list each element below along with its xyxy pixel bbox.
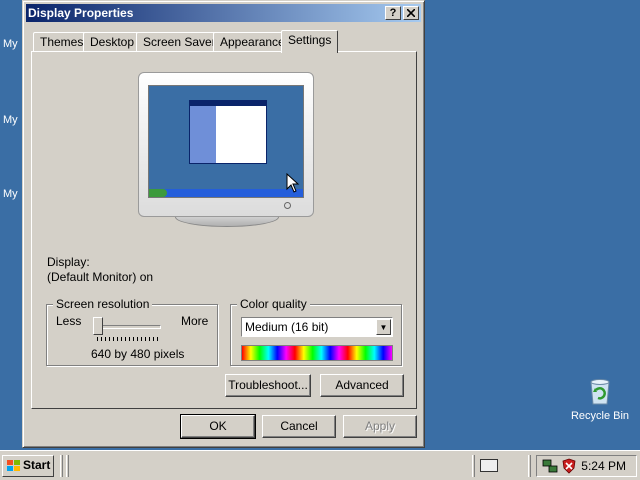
apply-button[interactable]: Apply [343,415,417,438]
color-quality-value: Medium (16 bit) [245,320,329,334]
network-icon[interactable] [542,458,558,474]
desktop-icon-label-3[interactable]: My [3,188,18,200]
security-shield-icon[interactable] [561,458,577,474]
slider-ticks [97,337,161,341]
resolution-slider-thumb[interactable] [93,317,103,335]
taskbar-grip[interactable] [472,455,475,477]
advanced-button[interactable]: Advanced [320,374,404,397]
color-quality-select[interactable]: Medium (16 bit) ▼ [241,317,393,337]
recycle-bin-icon [585,376,615,406]
desktop-icon-label-2[interactable]: My [3,114,18,126]
system-tray: 5:24 PM [536,455,637,477]
desktop-icon-label-1[interactable]: My [3,38,18,50]
tab-themes[interactable]: Themes [33,32,91,52]
clock[interactable]: 5:24 PM [581,459,626,473]
window-title: Display Properties [28,6,134,20]
tab-screen-saver[interactable]: Screen Saver [136,32,223,52]
mouse-pointer-icon [286,173,300,193]
color-quality-title: Color quality [237,297,310,311]
resolution-slider-track[interactable] [93,325,161,329]
troubleshoot-button[interactable]: Troubleshoot... [225,374,311,397]
taskbar-grip[interactable] [66,455,69,477]
slider-less-label: Less [56,314,82,328]
slider-more-label: More [181,314,209,328]
cancel-button[interactable]: Cancel [262,415,336,438]
recycle-bin-label: Recycle Bin [570,410,630,422]
settings-panel: Display: (Default Monitor) on Screen res… [31,51,417,409]
screen-resolution-group: Screen resolution Less More 640 by 480 p… [46,297,218,366]
resolution-value: 640 by 480 pixels [91,347,185,361]
preview-window-icon [189,100,267,164]
tab-appearance[interactable]: Appearance [213,32,292,52]
close-button[interactable] [403,6,419,20]
recycle-bin-shortcut[interactable]: Recycle Bin [570,376,630,422]
tab-desktop[interactable]: Desktop [83,32,142,52]
display-value: (Default Monitor) on [47,270,154,284]
preview-taskbar [149,189,303,197]
keyboard-icon[interactable] [480,459,498,472]
monitor-preview [138,72,314,217]
display-properties-window: Display Properties ? Themes Desktop Scre… [22,0,425,448]
taskbar-grip[interactable] [528,455,531,477]
title-bar[interactable]: Display Properties ? [26,4,421,22]
monitor-screen [148,85,304,198]
windows-logo-icon [7,460,20,471]
start-button[interactable]: Start [2,455,54,477]
display-label: Display: [47,255,90,269]
help-button[interactable]: ? [385,6,401,20]
taskbar-grip[interactable] [60,455,63,477]
taskbar: Start 5:24 PM [0,450,640,480]
color-spectrum-bar [241,345,393,361]
tab-settings[interactable]: Settings [281,30,339,53]
ok-button[interactable]: OK [180,414,256,439]
power-button-icon [284,202,291,209]
dropdown-arrow-icon[interactable]: ▼ [376,319,391,335]
start-label: Start [23,458,51,472]
screen-resolution-title: Screen resolution [53,297,153,311]
close-icon [406,8,416,18]
color-quality-group: Color quality Medium (16 bit) ▼ [230,297,402,366]
